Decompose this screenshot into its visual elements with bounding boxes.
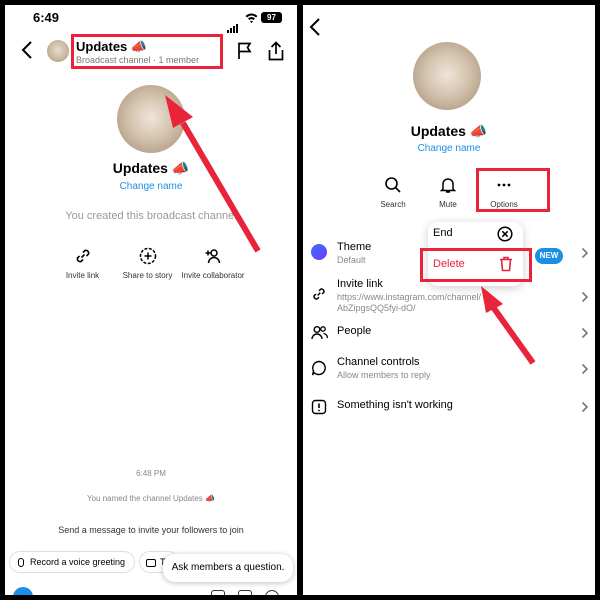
annotation-arrow-left xyxy=(165,95,261,253)
right-screenshot: Updates 📣 Change name Search Mute Option… xyxy=(303,5,595,595)
annotation-arrow-right xyxy=(481,286,536,365)
left-screenshot: 6:49 97 Updates 📣 Broadcast channel · 1 … xyxy=(5,5,297,595)
